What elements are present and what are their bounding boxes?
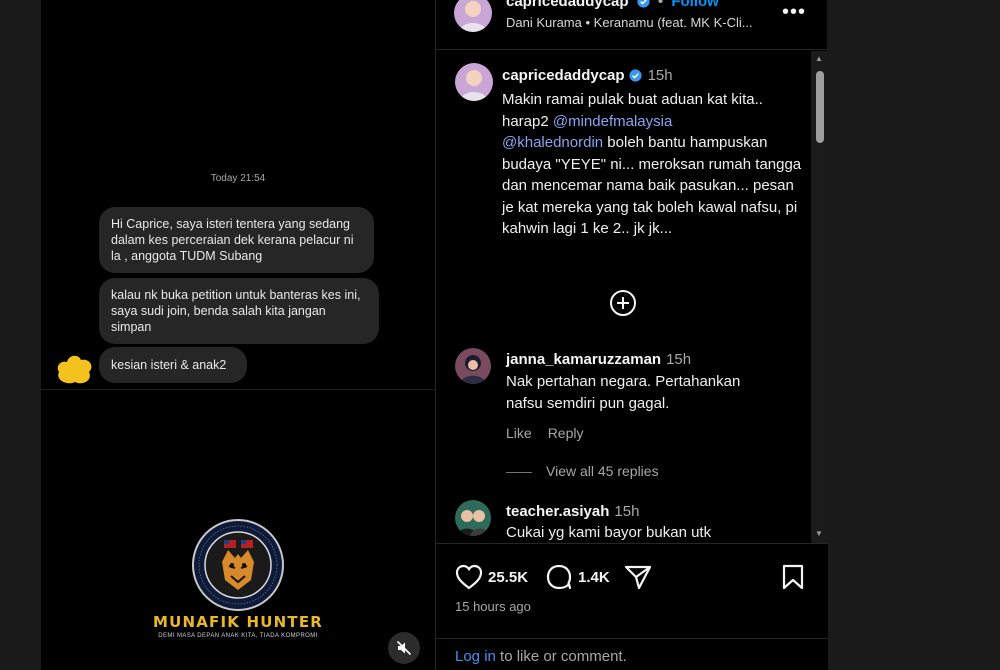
- media-divider: [41, 389, 435, 390]
- scroll-down-arrow-icon[interactable]: ▼: [815, 529, 823, 538]
- share-action[interactable]: [624, 564, 652, 590]
- login-suffix: to like or comment.: [495, 648, 627, 665]
- comments-scrollbar[interactable]: ▲ ▼: [811, 51, 828, 543]
- follow-button[interactable]: Follow: [671, 0, 719, 10]
- header-username-row: capricedaddycap • Follow: [506, 0, 719, 10]
- verified-badge-icon: [637, 0, 650, 8]
- brand-tagline: DEMI MASA DEPAN ANAK KITA, TIADA KOMPROM…: [158, 633, 318, 639]
- dm-message-3: kesian isteri & anak2: [99, 347, 247, 383]
- right-page-margin: [827, 0, 1000, 670]
- blurred-avatar-icon: [53, 350, 95, 386]
- brand-title: MUNAFIK HUNTER: [152, 613, 324, 631]
- replies-divider-line: [506, 471, 532, 473]
- caption-author-avatar[interactable]: [455, 63, 493, 101]
- plus-circle-icon: [610, 290, 636, 316]
- save-action[interactable]: [782, 564, 804, 590]
- comment-time: 15h: [666, 351, 692, 368]
- like-action: 25.5K: [455, 564, 528, 590]
- comment-action: 1.4K: [545, 564, 610, 590]
- speaker-muted-icon: [396, 640, 412, 656]
- comment-username[interactable]: janna_kamaruzzaman: [506, 351, 661, 368]
- mention-link-1[interactable]: @mindefmalaysia: [553, 113, 672, 130]
- verified-badge-icon: [628, 69, 642, 82]
- author-avatar[interactable]: [454, 0, 492, 32]
- post-actions-footer: 25.5K 1.4K 15 hours ago Log in to like o…: [436, 543, 828, 670]
- post-panel: capricedaddycap • Follow Dani Kurama • K…: [435, 0, 828, 670]
- comment-username[interactable]: teacher.asiyah: [506, 503, 609, 520]
- commenter-avatar[interactable]: [455, 500, 491, 536]
- scroll-up-arrow-icon[interactable]: ▲: [815, 54, 823, 63]
- caption-username[interactable]: capricedaddycap: [502, 67, 625, 84]
- comment-text: Cukai yg kami bayor bukan utk: [506, 524, 712, 541]
- view-replies-button[interactable]: View all 45 replies: [506, 463, 659, 479]
- post-media[interactable]: Today 21:54 Hi Caprice, saya isteri tent…: [41, 0, 435, 670]
- header-username[interactable]: capricedaddycap: [506, 0, 629, 10]
- bookmark-icon[interactable]: [782, 564, 804, 590]
- load-more-comments-button[interactable]: [609, 289, 637, 317]
- commenter-avatar[interactable]: [455, 348, 491, 384]
- mention-link-2[interactable]: @khalednordin: [502, 134, 603, 151]
- login-link[interactable]: Log in: [455, 648, 496, 665]
- post-header: capricedaddycap • Follow Dani Kurama • K…: [436, 0, 828, 50]
- post-timestamp[interactable]: 15 hours ago: [455, 599, 531, 614]
- comment-actions: Like Reply: [506, 425, 599, 441]
- comment-meta: janna_kamaruzzaman 15h: [506, 351, 691, 368]
- share-icon[interactable]: [624, 564, 652, 590]
- comment-time: 15h: [614, 503, 640, 520]
- more-options-button[interactable]: •••: [782, 1, 806, 24]
- munafik-hunter-logo: [191, 518, 285, 612]
- scrollbar-thumb[interactable]: [816, 71, 824, 143]
- music-attribution[interactable]: Dani Kurama • Keranamu (feat. MK K-Cli..…: [506, 15, 753, 30]
- login-prompt: Log in to like or comment.: [436, 638, 828, 670]
- comment-like-button[interactable]: Like: [506, 425, 532, 441]
- post-caption: Makin ramai pulak buat aduan kat kita.. …: [502, 91, 802, 237]
- dm-message-1: Hi Caprice, saya isteri tentera yang sed…: [99, 207, 374, 273]
- comment-icon[interactable]: [545, 564, 573, 590]
- more-horizontal-icon: •••: [782, 1, 807, 23]
- comment-meta: teacher.asiyah 15h: [506, 503, 639, 520]
- comment-reply-button[interactable]: Reply: [548, 425, 584, 441]
- dm-message-2: kalau nk buka petition untuk banteras ke…: [99, 278, 379, 344]
- caption-time: 15h: [647, 67, 673, 84]
- left-page-margin: [0, 0, 41, 670]
- caption-meta: capricedaddycap 15h: [502, 67, 673, 84]
- comments-scroll-area[interactable]: capricedaddycap 15h Makin ramai pulak bua…: [436, 51, 828, 543]
- mute-button[interactable]: [388, 632, 420, 664]
- comment-count: 1.4K: [578, 568, 610, 586]
- like-count: 25.5K: [488, 568, 529, 586]
- dm-timestamp: Today 21:54: [210, 173, 266, 184]
- comment-text: Nak pertahan negara. Pertahankan nafsu s…: [506, 373, 741, 412]
- heart-icon[interactable]: [455, 564, 483, 590]
